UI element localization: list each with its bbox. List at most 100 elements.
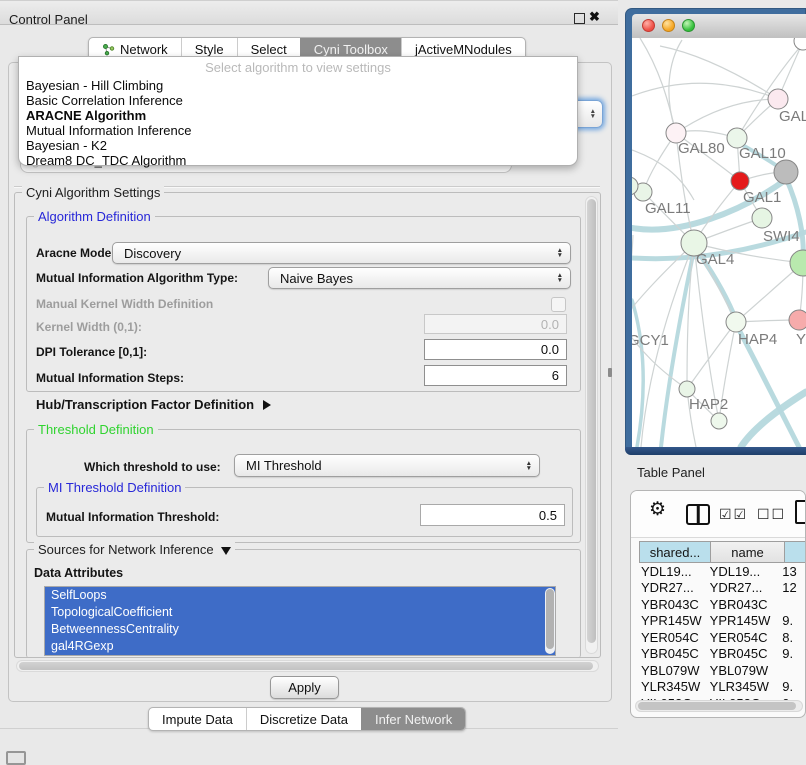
traffic-light-close-button[interactable]: [642, 19, 655, 32]
tab-label: Infer Network: [375, 712, 452, 727]
cell: YLR345W: [639, 679, 708, 694]
close-icon[interactable]: ✖: [589, 9, 600, 25]
mi-algorithm-type-combobox[interactable]: Naive Bayes ▲▼: [268, 267, 571, 289]
splitpane-handle[interactable]: [608, 368, 612, 377]
table-row[interactable]: YBR045CYBR045C9.: [639, 646, 806, 663]
algorithm-option-aracne-algorithm[interactable]: ARACNE Algorithm: [19, 108, 577, 123]
mi-threshold-field[interactable]: 0.5: [420, 504, 565, 526]
kernel-width-value: 0.0: [541, 317, 559, 332]
network-edge[interactable]: [676, 99, 778, 133]
attribute-item-selfloops[interactable]: SelfLoops: [45, 587, 555, 604]
network-node[interactable]: [731, 172, 749, 190]
cyni-algorithm-settings-title: Cyni Algorithm Settings: [22, 185, 164, 200]
table-row[interactable]: YDL19...YDL19...13: [639, 563, 806, 580]
cell: YLR345W: [708, 679, 779, 694]
sources-group-title[interactable]: Sources for Network Inference: [34, 542, 235, 557]
threshold-definition-title: Threshold Definition: [34, 422, 158, 437]
network-canvas[interactable]: GALGAL80GAL10GAL11GAL1SWI4GAL4GCY1HAP4YH…: [632, 38, 806, 447]
network-node-gal[interactable]: [768, 89, 788, 109]
table-toolbar: ⚙ ☑☑ ☐☐: [631, 491, 805, 538]
gear-icon[interactable]: ⚙: [649, 500, 666, 519]
column-header-name[interactable]: name: [711, 541, 785, 563]
settings-horizontal-scrollbar-thumb[interactable]: [19, 662, 593, 670]
attributes-scrollbar-thumb[interactable]: [546, 589, 554, 649]
cyni-bottom-tabbar: Impute DataDiscretize Data Infer Network: [148, 707, 466, 731]
float-window-icon[interactable]: [574, 13, 585, 24]
table-horizontal-scrollbar-thumb[interactable]: [638, 702, 796, 710]
mi-algorithm-type-label: Mutual Information Algorithm Type:: [36, 271, 238, 285]
attribute-item-topologicalcoefficient[interactable]: TopologicalCoefficient: [45, 604, 555, 621]
collapse-down-icon: [221, 547, 231, 555]
deselect-all-checkboxes-icon[interactable]: ☐☐: [757, 506, 786, 523]
aracne-mode-combobox[interactable]: Discovery ▲▼: [112, 242, 571, 264]
kernel-width-label: Kernel Width (0,1):: [36, 320, 142, 334]
traffic-light-zoom-button[interactable]: [682, 19, 695, 32]
tab-discretize-data[interactable]: Discretize Data: [246, 708, 361, 730]
which-threshold-combobox[interactable]: MI Threshold ▲▼: [234, 454, 540, 477]
manual-kernel-width-checkbox[interactable]: [551, 297, 566, 312]
cell: YBR043C: [708, 597, 779, 612]
network-node-y[interactable]: [789, 310, 806, 330]
attributes-scrollbar: [545, 588, 555, 654]
docked-panel-icon[interactable]: [6, 751, 26, 765]
cell: YBR045C: [639, 646, 708, 661]
tab-infer-network[interactable]: Infer Network: [361, 708, 465, 730]
tab-label: Network: [120, 42, 168, 57]
algorithm-option-bayesian-hill-climbing[interactable]: Bayesian - Hill Climbing: [19, 78, 577, 93]
mi-steps-label: Mutual Information Steps:: [36, 371, 184, 385]
node-label-gal: GAL: [779, 108, 806, 125]
table-row[interactable]: YDR27...YDR27...12: [639, 580, 806, 597]
select-all-checkboxes-icon[interactable]: ☑☑: [719, 506, 748, 523]
network-edge[interactable]: [669, 40, 682, 133]
column-header-shared[interactable]: shared...: [639, 541, 711, 563]
split-columns-icon[interactable]: [686, 504, 710, 525]
cell: YDR27...: [708, 580, 779, 595]
algorithm-option-mutual-information-inference[interactable]: Mutual Information Inference: [19, 123, 577, 138]
combo-arrows-icon: ▲▼: [557, 273, 563, 283]
network-edge[interactable]: [632, 243, 694, 322]
apply-button[interactable]: Apply: [270, 676, 339, 699]
network-node-hap4[interactable]: [726, 312, 746, 332]
mi-steps-field[interactable]: 6: [424, 365, 567, 386]
network-node[interactable]: [794, 38, 806, 50]
cell: YBR043C: [639, 597, 708, 612]
cell: YBR045C: [708, 646, 779, 661]
cell: 13: [778, 564, 806, 579]
cell: YBL079W: [639, 663, 708, 678]
table-row[interactable]: YBR043CYBR043C: [639, 596, 806, 613]
cell: 9.: [778, 679, 806, 694]
dpi-tolerance-field[interactable]: 0.0: [424, 339, 567, 360]
tab-label: Cyni Toolbox: [314, 42, 388, 57]
attribute-item-gal4rgexp[interactable]: gal4RGexp: [45, 638, 555, 655]
table-header-row: shared...name: [639, 541, 806, 563]
which-threshold-value: MI Threshold: [246, 458, 322, 473]
algorithm-option-basic-correlation-inference[interactable]: Basic Correlation Inference: [19, 93, 577, 108]
settings-vertical-scrollbar-thumb[interactable]: [587, 199, 596, 643]
tab-impute-data[interactable]: Impute Data: [149, 708, 246, 730]
sources-title-text: Sources for Network Inference: [38, 542, 214, 557]
table-row[interactable]: YPR145WYPR145W9.: [639, 613, 806, 630]
traffic-light-minimize-button[interactable]: [662, 19, 675, 32]
table-row[interactable]: YLR345WYLR345W9.: [639, 679, 806, 696]
tab-label: Style: [195, 42, 224, 57]
node-label-gal4: GAL4: [696, 251, 734, 268]
network-node[interactable]: [774, 160, 798, 184]
algorithm-option-dream8-dc-tdc-algorithm[interactable]: Dream8 DC_TDC Algorithm: [19, 153, 577, 168]
network-edge[interactable]: [694, 243, 719, 421]
network-edge[interactable]: [660, 46, 778, 99]
column-header-col3[interactable]: [785, 541, 806, 563]
dpi-tolerance-value: 0.0: [541, 342, 559, 357]
hub-transcription-factor-section[interactable]: Hub/Transcription Factor Definition: [36, 397, 271, 412]
network-view-titlebar[interactable]: [632, 14, 806, 39]
attribute-item-betweennesscentrality[interactable]: BetweennessCentrality: [45, 621, 555, 638]
file-icon[interactable]: [795, 500, 806, 524]
algorithm-option-bayesian-k2[interactable]: Bayesian - K2: [19, 138, 577, 153]
cell: YBL079W: [708, 663, 779, 678]
cell: 8.: [778, 630, 806, 645]
table-row[interactable]: YBL079WYBL079W: [639, 662, 806, 679]
network-edge-thick[interactable]: [632, 300, 643, 447]
network-node-hap2[interactable]: [679, 381, 695, 397]
network-node[interactable]: [711, 413, 727, 429]
network-node-gal1[interactable]: [752, 208, 772, 228]
table-row[interactable]: YER054CYER054C8.: [639, 629, 806, 646]
